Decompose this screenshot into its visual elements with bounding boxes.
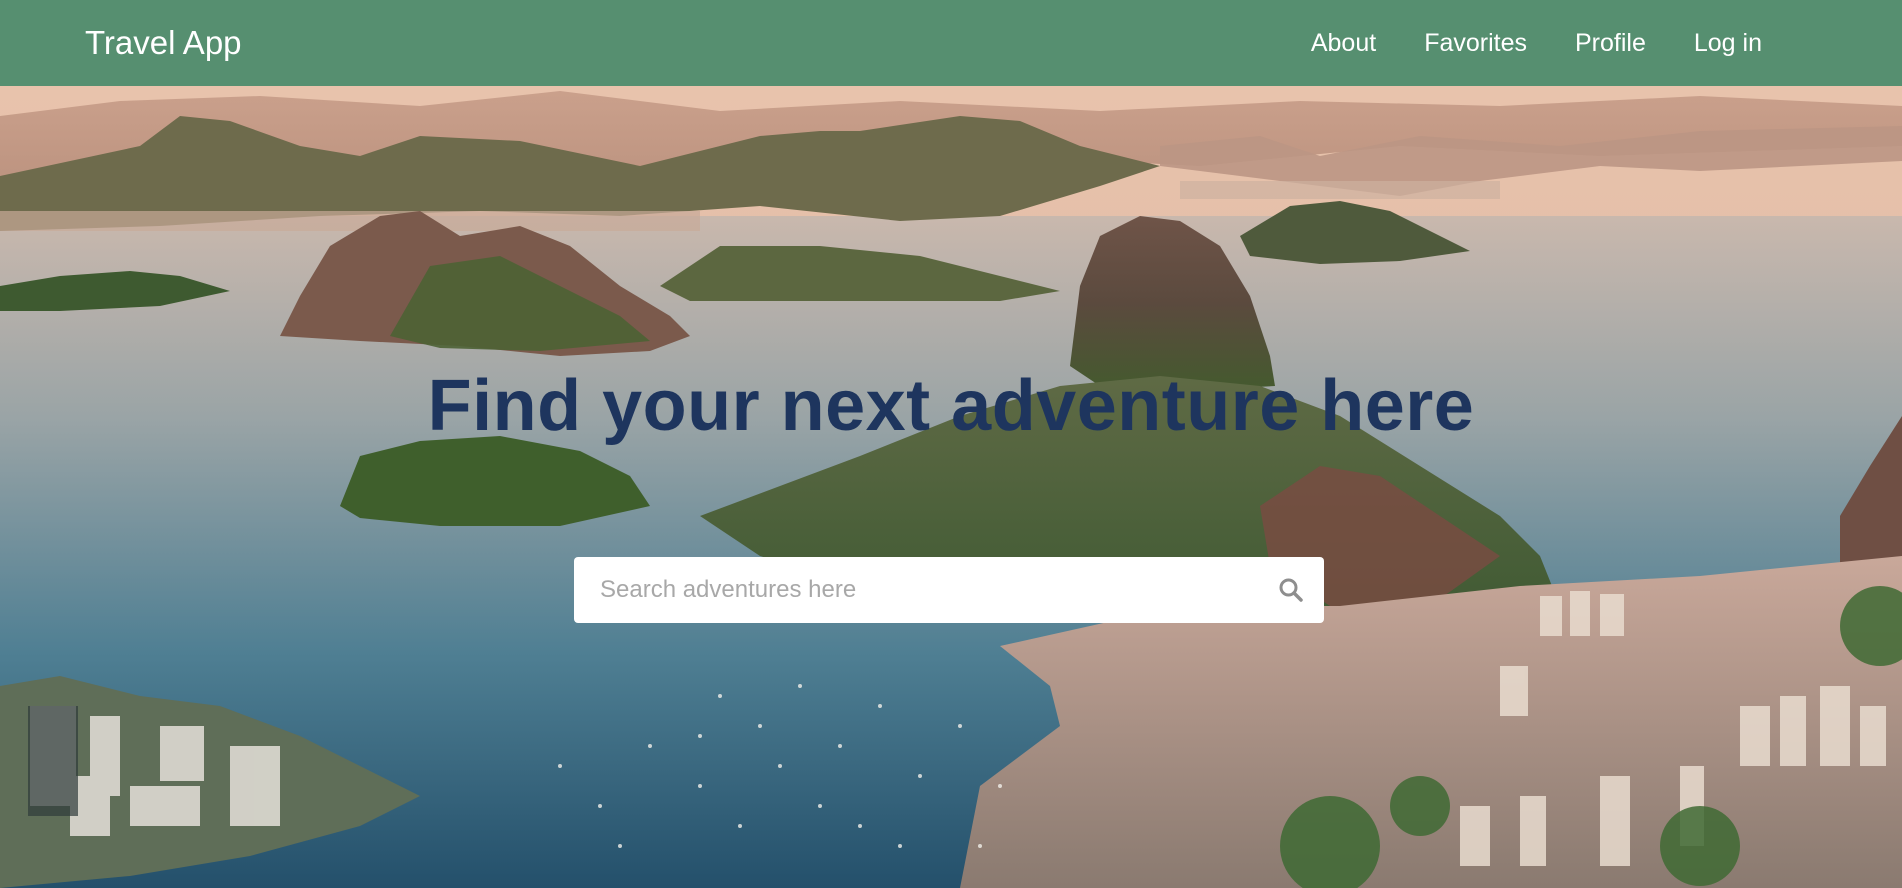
search-icon bbox=[1279, 578, 1303, 602]
top-navbar: Travel App About Favorites Profile Log i… bbox=[0, 0, 1902, 86]
search-button[interactable] bbox=[1258, 557, 1324, 623]
nav-login-link[interactable]: Log in bbox=[1694, 29, 1762, 58]
nav-favorites-link[interactable]: Favorites bbox=[1424, 29, 1527, 58]
search-input[interactable] bbox=[574, 557, 1258, 623]
hero-headline: Find your next adventure here bbox=[427, 366, 1475, 446]
nav-links: About Favorites Profile Log in bbox=[1311, 0, 1762, 86]
hero-background-image bbox=[0, 86, 1902, 888]
nav-profile-link[interactable]: Profile bbox=[1575, 29, 1646, 58]
hero-section: Find your next adventure here bbox=[0, 86, 1902, 888]
search-bar bbox=[574, 557, 1324, 623]
nav-about-link[interactable]: About bbox=[1311, 29, 1376, 58]
brand-logo-link[interactable]: Travel App bbox=[85, 0, 242, 86]
